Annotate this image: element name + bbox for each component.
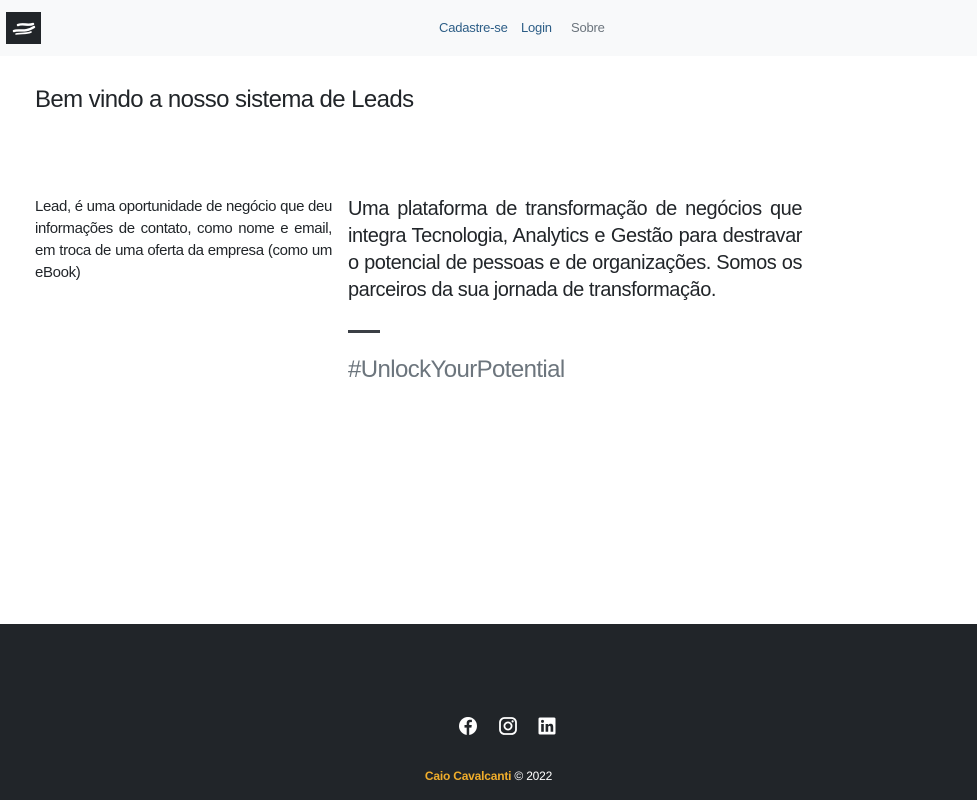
nav-links: Cadastre-se Login Sobre [0, 0, 977, 56]
navbar: Cadastre-se Login Sobre [0, 0, 977, 56]
nav-link-login[interactable]: Login [521, 20, 552, 35]
nav-link-sobre[interactable]: Sobre [571, 20, 605, 35]
copyright-text: © 2022 [514, 769, 553, 783]
footer: Caio Cavalcanti © 2022 [0, 624, 977, 800]
linkedin-icon[interactable] [537, 716, 557, 736]
lead-definition-text: Lead, é uma oportunidade de negócio que … [35, 198, 332, 281]
section-divider [348, 330, 380, 333]
copyright-line: Caio Cavalcanti © 2022 [0, 769, 977, 783]
author-name: Caio Cavalcanti [424, 769, 512, 783]
page-title: Bem vindo a nosso sistema de Leads [35, 86, 414, 113]
instagram-icon[interactable] [498, 716, 518, 736]
hashtag-heading: #UnlockYourPotential [348, 356, 565, 383]
platform-description: Uma plataforma de transformação de negóc… [348, 198, 802, 301]
nav-link-cadastre-se[interactable]: Cadastre-se [439, 20, 508, 35]
facebook-icon[interactable] [458, 716, 478, 736]
